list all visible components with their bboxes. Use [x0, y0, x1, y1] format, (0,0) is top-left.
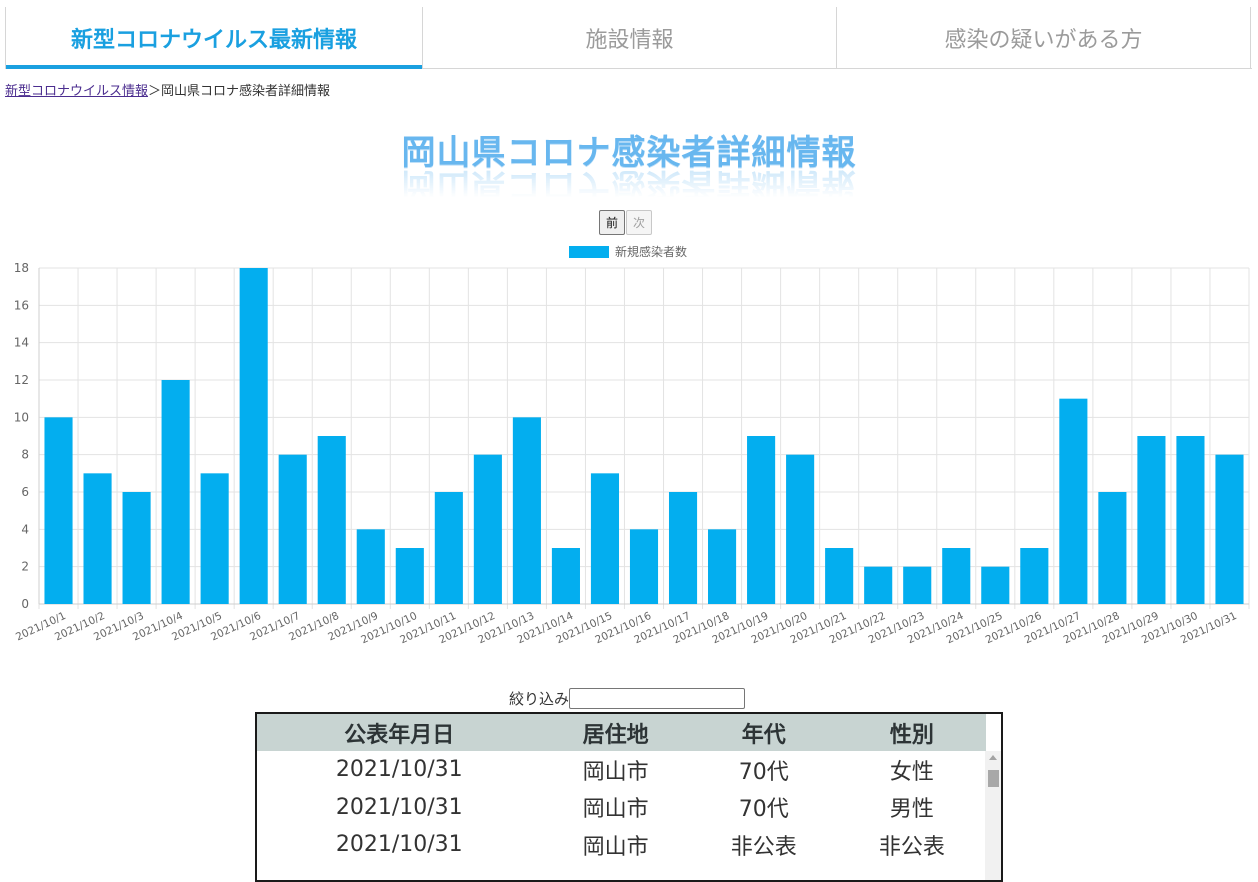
bar [161, 380, 190, 604]
bar [1020, 548, 1049, 604]
legend-swatch [569, 246, 609, 258]
bar [747, 436, 776, 604]
cell-sex: 男性 [889, 797, 934, 823]
legend-label: 新規感染者数 [615, 244, 687, 259]
y-tick-label: 16 [14, 298, 29, 312]
bar [668, 492, 698, 604]
bar [44, 417, 73, 604]
tab-suspected-infection-label: 感染の疑いがある方 [944, 27, 1143, 53]
tab-covid-latest-label: 新型コロナウイルス最新情報 [70, 27, 357, 53]
table-row: 2021/10/31 岡山市 70代 男性 [257, 789, 986, 827]
filter-input[interactable] [569, 688, 746, 709]
table-header-row: 公表年月日 居住地 年代 性別 [257, 714, 986, 751]
table-scrollbar[interactable] [985, 751, 1001, 880]
cell-sex: 女性 [889, 759, 934, 785]
bar [356, 529, 385, 604]
cell-date: 2021/10/31 [335, 757, 463, 783]
cell-age: 70代 [738, 797, 789, 823]
filter-label: 絞り込み [509, 690, 570, 708]
title-area: 岡山県コロナ感染者詳細情報 岡山県コロナ感染者詳細情報 [0, 132, 1258, 212]
breadcrumb-link-covid-info[interactable]: 新型コロナウイルス情報 [5, 84, 148, 99]
y-tick-label: 14 [14, 336, 29, 350]
bar [1215, 454, 1244, 604]
bar [629, 529, 659, 604]
bar [122, 492, 151, 604]
bar [590, 473, 620, 604]
bar [395, 548, 424, 604]
y-tick-label: 10 [14, 410, 29, 424]
bar [512, 417, 541, 604]
tab-covid-latest[interactable]: 新型コロナウイルス最新情報 [5, 7, 423, 69]
bar [239, 268, 268, 604]
tab-facility[interactable]: 施設情報 [423, 7, 837, 68]
y-tick-label: 6 [21, 485, 29, 499]
period-nav: 前 次 [599, 210, 653, 235]
bar [825, 548, 854, 604]
cell-residence: 岡山市 [582, 834, 649, 860]
bar [1098, 492, 1127, 604]
header-residence: 居住地 [582, 722, 649, 748]
bar [708, 529, 737, 604]
cases-table: 公表年月日 居住地 年代 性別 2021/10/31 岡山市 70代 女性 20… [257, 714, 986, 864]
y-tick-label: 2 [21, 560, 29, 574]
breadcrumb-separator: ＞ [148, 84, 162, 99]
prev-button[interactable]: 前 [599, 210, 626, 235]
y-tick-label: 4 [21, 522, 29, 536]
header-sex: 性別 [889, 722, 934, 748]
bar [200, 473, 229, 604]
cell-date: 2021/10/31 [335, 794, 463, 820]
next-button[interactable]: 次 [626, 210, 653, 235]
bar [434, 492, 463, 604]
table-row: 2021/10/31 岡山市 70代 女性 [257, 751, 986, 789]
tab-facility-label: 施設情報 [585, 27, 674, 53]
scroll-up-arrow-icon[interactable] [989, 755, 997, 760]
page-title-reflection: 岡山県コロナ感染者詳細情報 [401, 165, 857, 205]
bar [317, 436, 346, 604]
bar [942, 548, 971, 604]
breadcrumb-current: 岡山県コロナ感染者詳細情報 [161, 84, 331, 99]
bar [786, 454, 815, 604]
bar [981, 566, 1010, 604]
cell-age: 非公表 [730, 834, 797, 860]
y-tick-label: 0 [21, 597, 29, 611]
tab-suspected-infection[interactable]: 感染の疑いがある方 [837, 7, 1251, 68]
bar [1176, 436, 1205, 604]
filter-box: 絞り込み [509, 688, 746, 709]
table-row: 2021/10/31 岡山市 非公表 非公表 [257, 826, 986, 864]
top-tabs: 新型コロナウイルス最新情報 施設情報 感染の疑いがある方 [5, 7, 1252, 69]
y-tick-label: 12 [14, 373, 29, 387]
bar [903, 566, 932, 604]
y-tick-label: 8 [21, 448, 29, 462]
cell-age: 70代 [738, 759, 789, 785]
bar [1059, 398, 1088, 604]
cell-date: 2021/10/31 [335, 832, 463, 858]
cell-residence: 岡山市 [582, 797, 649, 823]
bar [473, 454, 502, 604]
cell-sex: 非公表 [878, 834, 945, 860]
bar [551, 548, 580, 604]
bar [83, 473, 112, 604]
new-cases-bar-chart: 新規感染者数0246810121416182021/10/12021/10/22… [14, 244, 1250, 646]
bar [278, 454, 307, 604]
y-tick-label: 18 [14, 261, 29, 275]
header-age: 年代 [741, 722, 786, 748]
scroll-thumb[interactable] [988, 770, 999, 787]
header-announce-date: 公表年月日 [344, 722, 455, 748]
bar [1137, 436, 1166, 604]
bar [864, 566, 893, 604]
breadcrumb: 新型コロナウイルス情報＞岡山県コロナ感染者詳細情報 [5, 80, 330, 99]
cases-table-container: 公表年月日 居住地 年代 性別 2021/10/31 岡山市 70代 女性 20… [255, 712, 1003, 882]
cell-residence: 岡山市 [582, 759, 649, 785]
